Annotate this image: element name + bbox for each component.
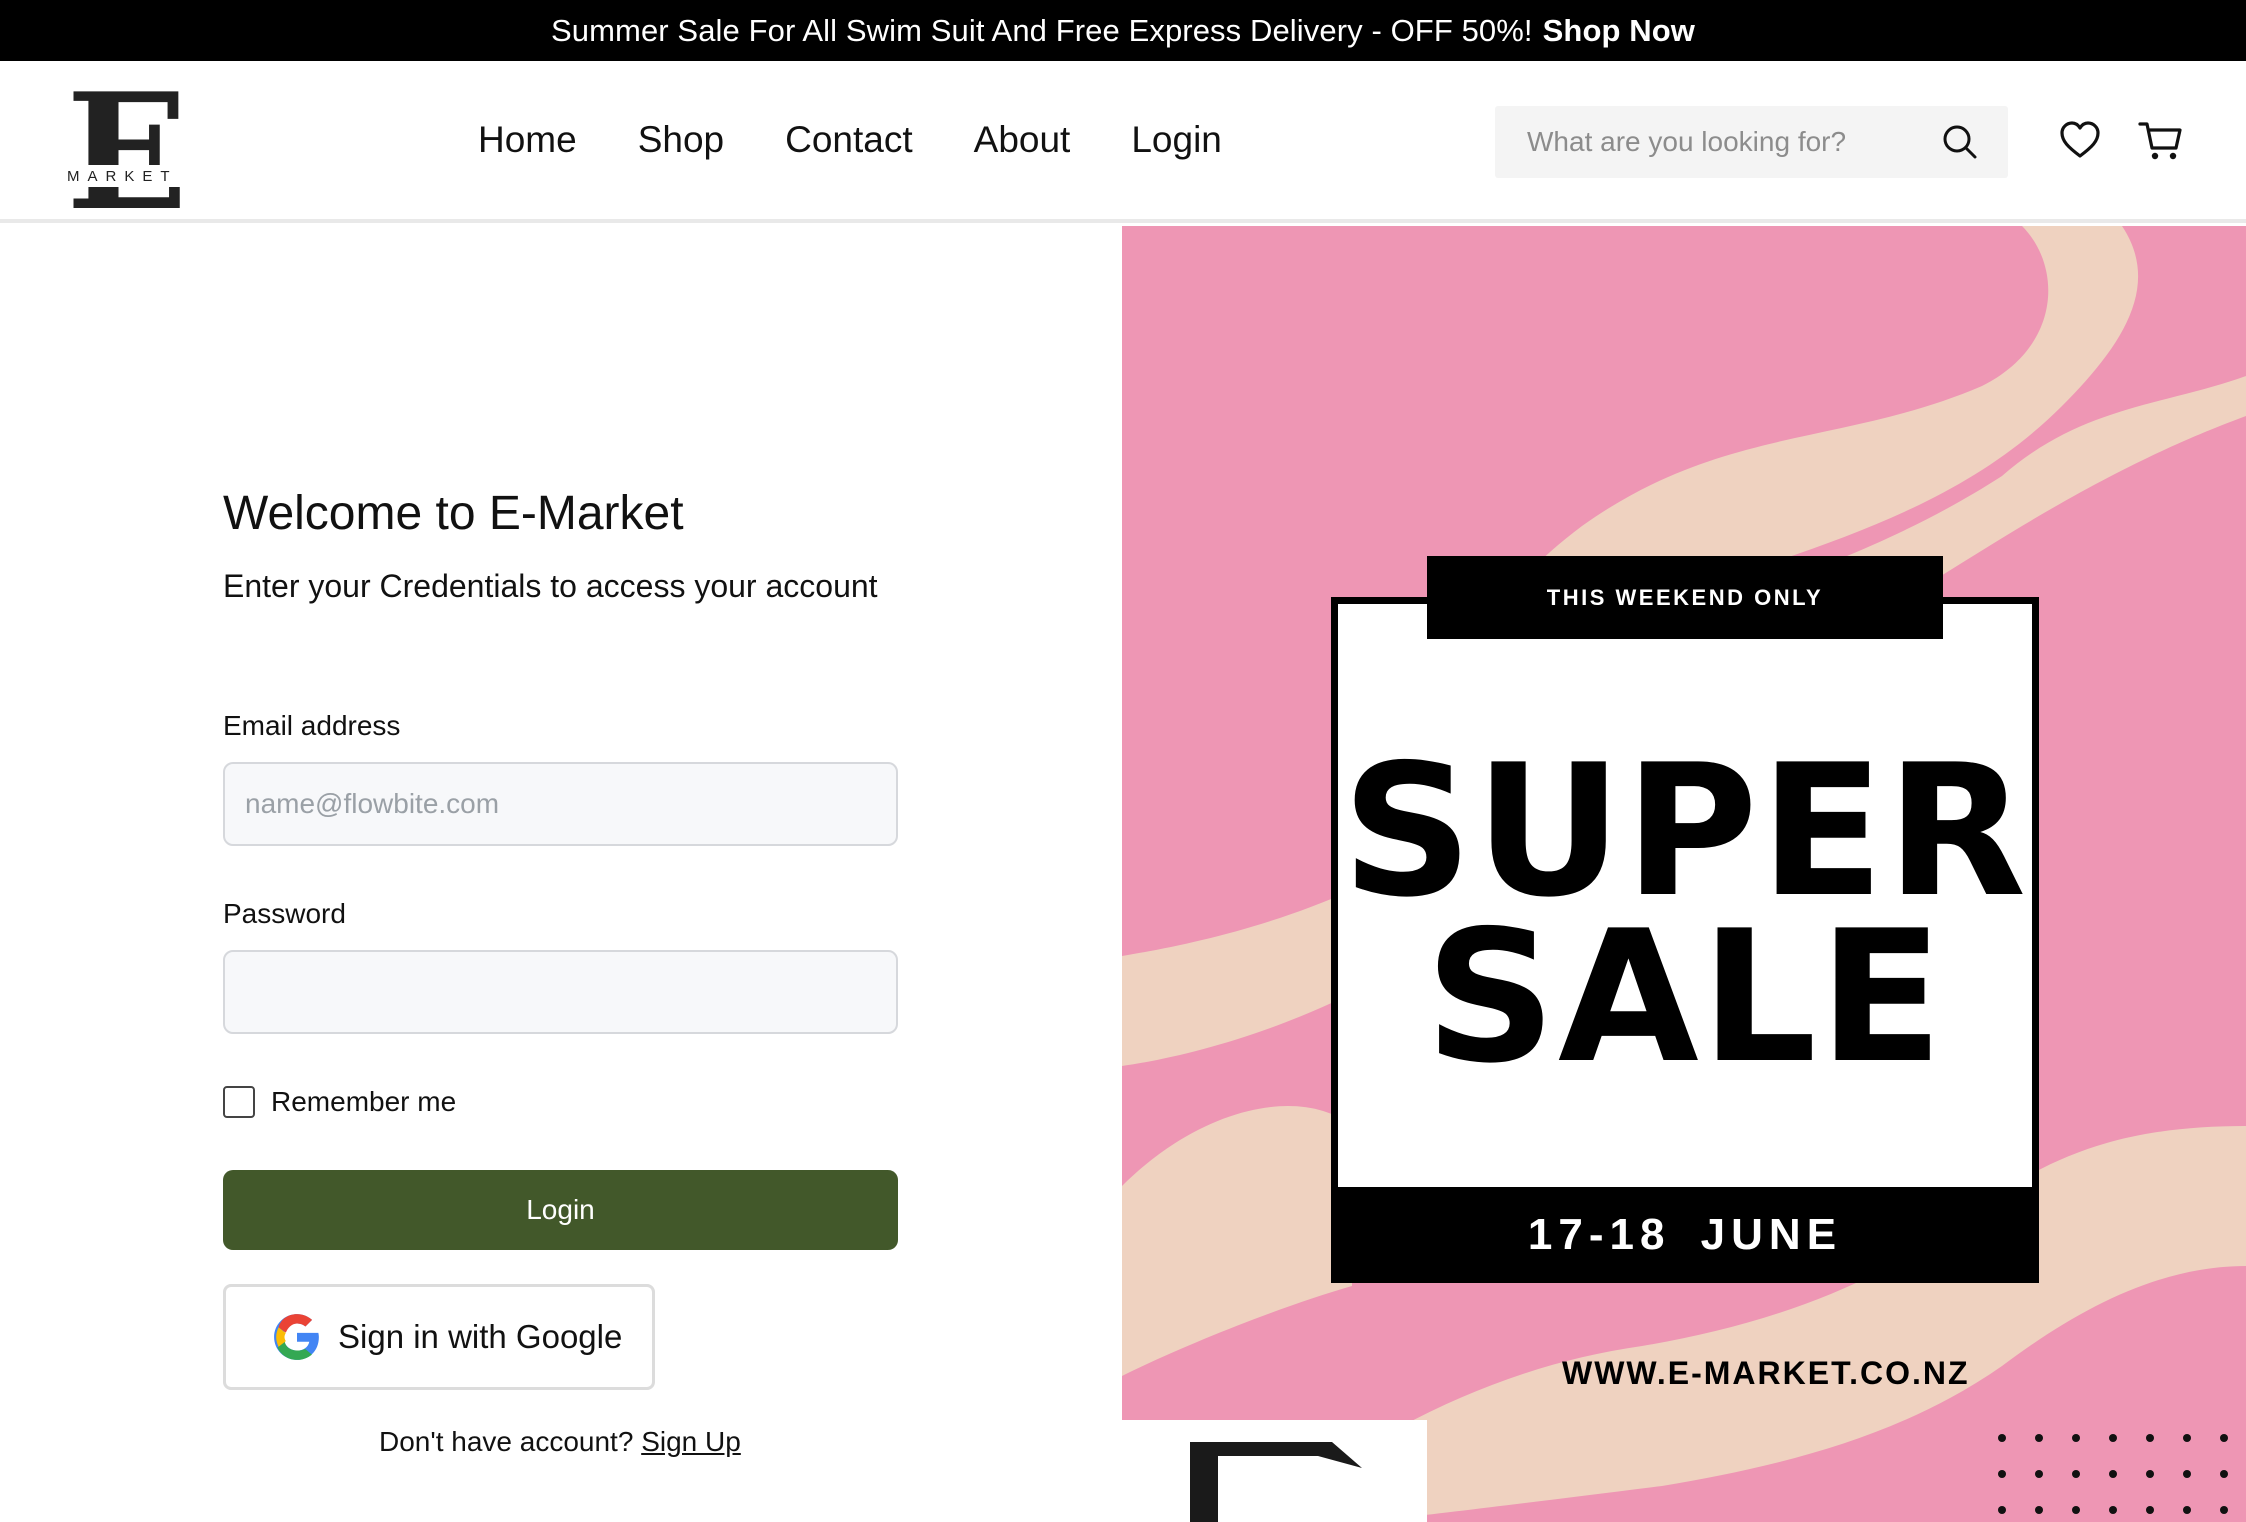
nav-contact[interactable]: Contact bbox=[785, 119, 913, 161]
poster-logo-mark bbox=[1190, 1442, 1362, 1522]
email-field[interactable] bbox=[223, 762, 898, 846]
login-button[interactable]: Login bbox=[223, 1170, 898, 1250]
headline-sale: SALE bbox=[1424, 891, 1946, 1103]
remember-me-checkbox[interactable] bbox=[223, 1086, 255, 1118]
google-signin-button[interactable]: Sign in with Google bbox=[223, 1284, 655, 1390]
nav-login[interactable]: Login bbox=[1131, 119, 1222, 161]
logo-word: MARKET bbox=[67, 168, 178, 185]
nav-shop[interactable]: Shop bbox=[638, 119, 724, 161]
shop-now-link[interactable]: Shop Now bbox=[1543, 13, 1695, 49]
signup-prompt: Don't have account? Sign Up bbox=[379, 1426, 741, 1458]
page-subtitle: Enter your Credentials to access your ac… bbox=[223, 568, 878, 604]
password-field[interactable] bbox=[223, 950, 898, 1034]
dot-pattern bbox=[1998, 1434, 2228, 1514]
google-icon bbox=[274, 1314, 319, 1360]
main-nav: Home Shop Contact About Login bbox=[478, 61, 1283, 219]
search-input[interactable] bbox=[1527, 126, 1947, 158]
page-title: Welcome to E-Market bbox=[223, 487, 684, 540]
site-header: E MARKET Home Shop Contact About Login bbox=[0, 61, 2246, 223]
cart-icon[interactable] bbox=[2138, 118, 2184, 162]
promo-url: WWW.E-MARKET.CO.NZ bbox=[1562, 1355, 1970, 1391]
signup-link[interactable]: Sign Up bbox=[641, 1426, 741, 1457]
remember-me: Remember me bbox=[223, 1086, 456, 1118]
signup-prompt-text: Don't have account? bbox=[379, 1426, 634, 1457]
promo-poster: THIS WEEKEND ONLY SUPER SALE 17-18 JUNE … bbox=[1122, 226, 2246, 1522]
search-icon[interactable] bbox=[1942, 124, 1978, 160]
heart-icon[interactable] bbox=[2058, 118, 2102, 162]
email-label: Email address bbox=[223, 710, 401, 741]
weekend-tag: THIS WEEKEND ONLY bbox=[1427, 556, 1943, 639]
e-market-logo[interactable]: E MARKET bbox=[64, 73, 194, 213]
nav-home[interactable]: Home bbox=[478, 119, 577, 161]
banner-text: Summer Sale For All Swim Suit And Free E… bbox=[550, 12, 1533, 48]
poster-logo bbox=[1122, 1420, 1427, 1522]
nav-about[interactable]: About bbox=[974, 119, 1071, 161]
remember-me-label: Remember me bbox=[271, 1086, 457, 1117]
password-label: Password bbox=[223, 898, 346, 929]
search-bar bbox=[1495, 106, 2008, 178]
login-form: Welcome to E-Market Enter your Credentia… bbox=[0, 226, 1122, 1522]
google-signin-label: Sign in with Google bbox=[338, 1318, 623, 1355]
promo-banner: Summer Sale For All Swim Suit And Free E… bbox=[0, 0, 2246, 61]
logo-letter: E bbox=[66, 73, 188, 213]
sale-dates: 17-18 JUNE bbox=[1331, 1187, 2039, 1283]
